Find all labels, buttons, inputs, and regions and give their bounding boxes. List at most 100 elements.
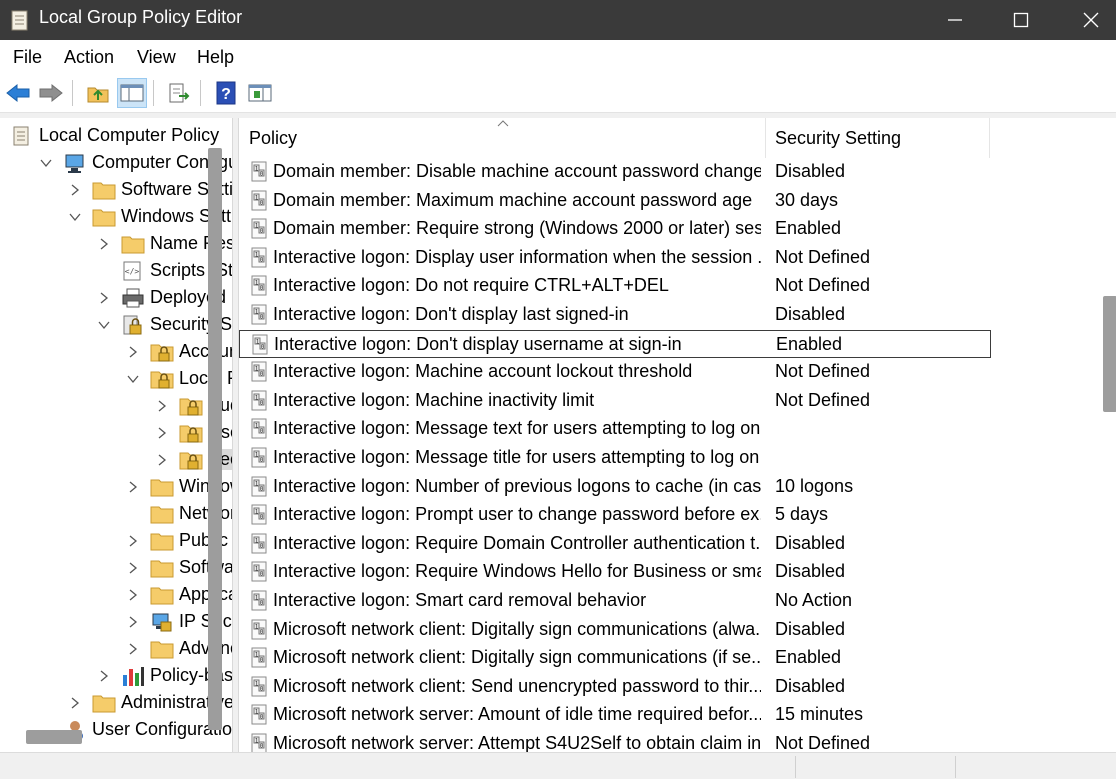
policy-row[interactable]: 1 0 Microsoft network server: Attempt S4U2… [239, 730, 999, 752]
policy-row[interactable]: 1 0 Domain member: Require strong (Windows… [239, 215, 999, 243]
policy-row[interactable]: 1 0 Microsoft network server: Amount of id… [239, 701, 999, 729]
policy-row[interactable]: 1 0 Interactive logon: Prompt user to chan… [239, 501, 999, 529]
svg-text:0: 0 [260, 457, 264, 464]
tree-expander[interactable] [97, 318, 111, 332]
show-hide-action-pane-button[interactable] [245, 78, 275, 108]
svg-text:1: 1 [255, 194, 259, 201]
policy-row[interactable]: 1 0 Interactive logon: Machine account loc… [239, 358, 999, 386]
menu-file[interactable]: File [13, 47, 42, 68]
column-header-security-setting[interactable]: Security Setting [775, 118, 901, 158]
list-vertical-scrollbar[interactable] [1103, 296, 1116, 412]
chevron-right-icon [100, 670, 109, 681]
svg-text:0: 0 [260, 256, 264, 263]
policy-row[interactable]: 1 0 Interactive logon: Require Domain Cont… [239, 530, 999, 558]
tree-expander[interactable] [126, 372, 140, 386]
policy-row[interactable]: 1 0 Interactive logon: Display user inform… [239, 244, 999, 272]
security-setting-value: No Action [775, 590, 853, 610]
chevron-right-icon [100, 292, 109, 303]
policy-row[interactable]: 1 0 Interactive logon: Message text for us… [239, 415, 999, 443]
tree-expander[interactable] [97, 669, 111, 683]
tree-expander [126, 507, 140, 521]
tree-expander[interactable] [97, 291, 111, 305]
policy-row[interactable]: 1 0 Interactive logon: Do not require CTRL… [239, 272, 999, 300]
policy-row[interactable]: 1 0 Microsoft network client: Send unencry… [239, 673, 999, 701]
tree-expander[interactable] [68, 210, 82, 224]
svg-text:0: 0 [261, 343, 265, 350]
tree-node-label: Advanced Audit Policy [179, 638, 232, 658]
policy-setting-icon: 10 [249, 190, 269, 212]
policy-row[interactable]: 1 0 Interactive logon: Smart card removal … [239, 587, 999, 615]
policy-row[interactable]: 1 0 Interactive logon: Require Windows Hel… [239, 558, 999, 586]
tree-node-label: Account Policies [179, 341, 232, 361]
policy-row[interactable]: 1 0 Microsoft network client: Digitally si… [239, 616, 999, 644]
console-tree[interactable]: Local Computer Policy Computer Configurat… [0, 118, 233, 752]
tree-horizontal-scrollbar[interactable] [26, 730, 82, 744]
tree-node[interactable]: Local Computer Policy [10, 122, 219, 149]
policy-name: Domain member: Disable machine account p… [273, 161, 761, 181]
tree-expander[interactable] [126, 642, 140, 656]
policy-row[interactable]: 1 0 Interactive logon: Number of previous … [239, 473, 999, 501]
tree-expander[interactable] [126, 588, 140, 602]
policy-setting-icon: 10 [249, 304, 269, 326]
back-button[interactable] [3, 78, 33, 108]
policy-row[interactable]: 1 0 Interactive logon: Machine inactivity … [239, 387, 999, 415]
policy-setting-icon: 10 [249, 218, 269, 240]
tree-node-label: Software Restriction Policies [179, 557, 233, 577]
column-header-policy[interactable]: Policy [249, 118, 297, 158]
folder-icon [150, 557, 174, 579]
tree-node[interactable]: Computer Configuration [39, 149, 232, 176]
policy-row[interactable]: 1 0 Interactive logon: Message title for u… [239, 444, 999, 472]
forward-button[interactable] [36, 78, 66, 108]
policy-name: Microsoft network server: Attempt S4U2Se… [273, 733, 761, 752]
chevron-down-icon [40, 159, 52, 167]
policy-name: Interactive logon: Message title for use… [273, 447, 760, 467]
tree-expander[interactable] [68, 183, 82, 197]
policy-row[interactable]: 1 0 Domain member: Maximum machine account… [239, 187, 999, 215]
tree-expander[interactable] [155, 453, 169, 467]
folder-icon [92, 206, 116, 228]
policy-name: Interactive logon: Display user informat… [273, 246, 761, 267]
maximize-button[interactable] [986, 0, 1056, 40]
tree-expander[interactable] [155, 426, 169, 440]
policy-row[interactable]: 1 0 Interactive logon: Don't display last … [239, 301, 999, 329]
tree-vertical-scrollbar[interactable] [208, 148, 222, 730]
tree-expander[interactable] [97, 237, 111, 251]
policy-setting-icon: 10 [250, 334, 270, 356]
show-hide-console-tree-button[interactable] [117, 78, 147, 108]
help-button[interactable]: ? [211, 78, 241, 108]
menu-help[interactable]: Help [197, 47, 234, 68]
tree-expander[interactable] [126, 480, 140, 494]
tree-expander[interactable] [68, 696, 82, 710]
tree-expander[interactable] [39, 156, 53, 170]
svg-text:1: 1 [255, 309, 259, 316]
svg-text:1: 1 [255, 566, 259, 573]
tree-expander[interactable] [126, 534, 140, 548]
tree-expander[interactable] [126, 345, 140, 359]
chevron-right-icon [129, 589, 138, 600]
minimize-button[interactable] [920, 0, 990, 40]
show-hide-tree-icon [120, 84, 144, 102]
close-button[interactable] [1056, 0, 1116, 40]
tree-expander[interactable] [126, 615, 140, 629]
export-list-button[interactable] [164, 78, 194, 108]
svg-text:1: 1 [255, 366, 259, 373]
menu-action[interactable]: Action [64, 47, 114, 68]
policy-row[interactable]: 1 0 Domain member: Disable machine account… [239, 158, 999, 186]
close-icon [1083, 12, 1099, 28]
security-setting-value: Enabled [776, 333, 843, 354]
printer-icon [121, 287, 145, 309]
window-title: Local Group Policy Editor [39, 7, 243, 27]
folder-icon [121, 233, 145, 255]
policy-list[interactable]: Policy Security Setting 1 0 Domain member:… [238, 118, 1116, 752]
policy-row[interactable]: 1 0 Microsoft network client: Digitally si… [239, 644, 999, 672]
tree-expander[interactable] [155, 399, 169, 413]
tree-expander[interactable] [126, 561, 140, 575]
security-setting-value: Disabled [775, 304, 846, 324]
policy-name: Interactive logon: Message text for user… [273, 418, 761, 439]
policy-row[interactable]: 1 0 Interactive logon: Don't display usern… [239, 329, 991, 358]
up-one-level-button[interactable] [83, 78, 113, 108]
policy-name: Domain member: Maximum machine account p… [273, 189, 753, 210]
policy-name: Interactive logon: Don't display last si… [273, 304, 629, 324]
menu-view[interactable]: View [137, 47, 176, 68]
svg-text:1: 1 [255, 623, 259, 630]
